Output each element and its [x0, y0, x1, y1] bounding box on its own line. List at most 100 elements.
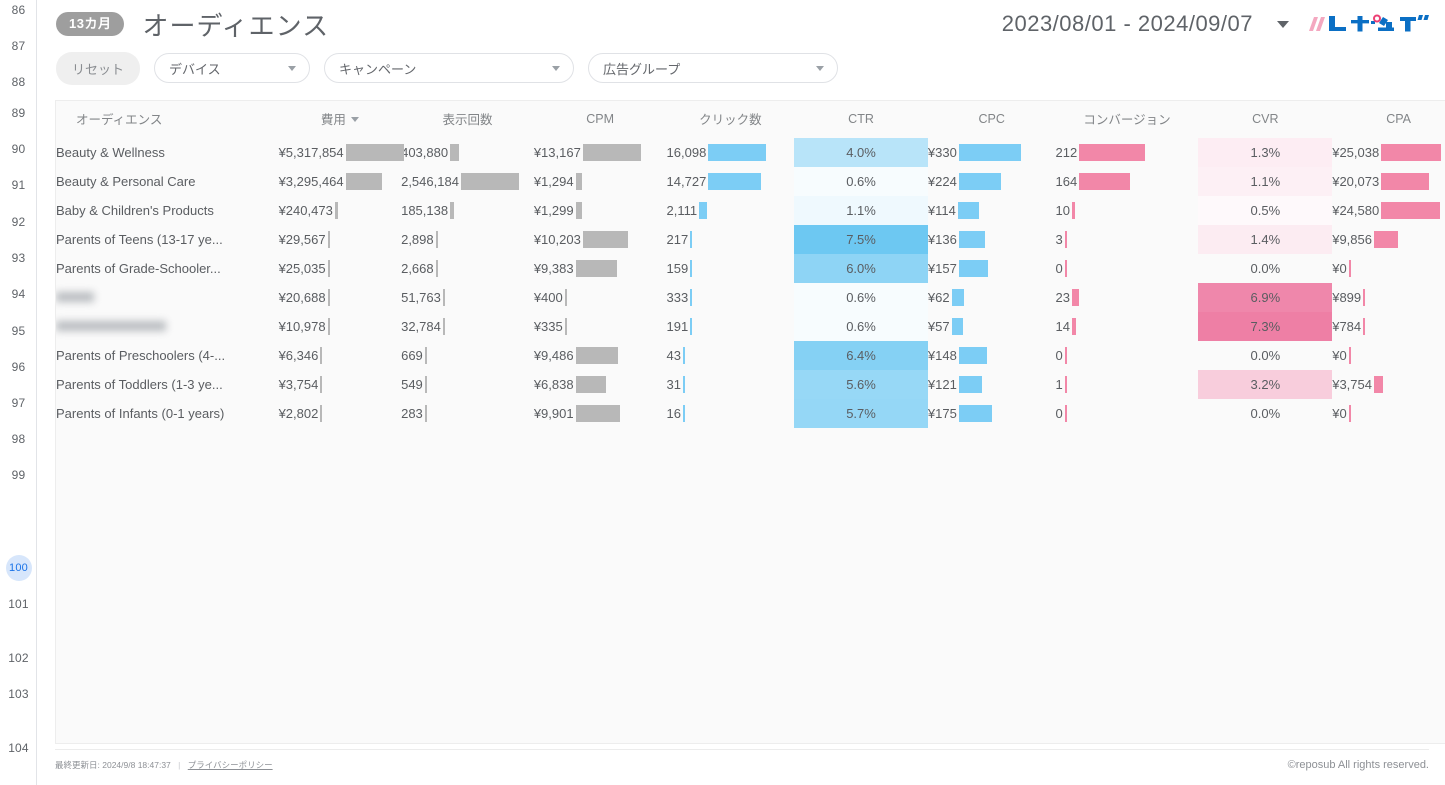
date-range-label[interactable]: 2023/08/01 - 2024/09/07	[1002, 11, 1253, 37]
col-header-cost[interactable]: 費用	[279, 101, 402, 138]
table-row[interactable]: Parents of Teens (13-17 ye...¥29,5672,89…	[56, 225, 1445, 254]
cell-cpa: ¥20,073	[1332, 167, 1445, 196]
page-number-87[interactable]: 87	[0, 39, 37, 53]
inline-bar	[1374, 225, 1445, 254]
page-number-100[interactable]: 100	[0, 555, 37, 581]
cell-ctr: 0.6%	[794, 283, 928, 312]
header-bar: 13カ月 オーディエンス 2023/08/01 - 2024/09/07	[37, 0, 1445, 48]
col-header-ctr[interactable]: CTR	[794, 101, 928, 138]
cell-clicks: 16,098	[667, 138, 795, 167]
cell-value: 1	[1056, 377, 1065, 392]
inline-bar	[959, 399, 1056, 428]
heat-fill: 0.5%	[1198, 196, 1332, 225]
cell-conversions: 0	[1056, 399, 1199, 428]
table-row[interactable]: Beauty & Personal Care¥3,295,4642,546,18…	[56, 167, 1445, 196]
page-number-101[interactable]: 101	[0, 597, 37, 611]
inline-bar	[328, 283, 402, 312]
page-number-95[interactable]: 95	[0, 324, 37, 338]
inline-bar	[690, 283, 794, 312]
table-row[interactable]: Parents of Preschoolers (4-...¥6,346669¥…	[56, 341, 1445, 370]
footer-divider: |	[178, 760, 180, 770]
page-number-rail[interactable]: 86 87 88 89 90 91 92 93 94 95 96 97 98 99 100 101 102 103…	[0, 0, 37, 785]
col-header-cpm[interactable]: CPM	[534, 101, 667, 138]
cell-value: ¥136	[928, 232, 959, 247]
cell-value: 43	[667, 348, 683, 363]
cell-value: ¥20,073	[1332, 174, 1381, 189]
table-row[interactable]: ¥10,97832,784¥3351910.6%¥57147.3%¥784	[56, 312, 1445, 341]
col-header-cpa[interactable]: CPA	[1332, 101, 1445, 138]
col-header-clicks[interactable]: クリック数	[667, 101, 795, 138]
cell-value: ¥9,901	[534, 406, 576, 421]
cell-value: ¥13,167	[534, 145, 583, 160]
inline-bar	[699, 196, 794, 225]
cell-cpa: ¥0	[1332, 399, 1445, 428]
cell-ctr: 6.4%	[794, 341, 928, 370]
page-number-99[interactable]: 99	[0, 468, 37, 482]
page-number-103[interactable]: 103	[0, 687, 37, 701]
campaign-select[interactable]: キャンペーン	[324, 53, 574, 83]
dashboard-page: 8687888990919293949596979899100101102103…	[0, 0, 1445, 785]
heat-fill: 7.5%	[794, 225, 928, 254]
table-row[interactable]: ¥20,68851,763¥4003330.6%¥62236.9%¥899	[56, 283, 1445, 312]
cell-value: ¥0	[1332, 348, 1348, 363]
reset-button[interactable]: リセット	[56, 52, 140, 85]
redacted-name	[56, 292, 94, 302]
cell-impressions: 403,880	[401, 138, 534, 167]
cell-ctr: 6.0%	[794, 254, 928, 283]
page-number-88[interactable]: 88	[0, 75, 37, 89]
table-row[interactable]: Parents of Toddlers (1-3 ye...¥3,754549¥…	[56, 370, 1445, 399]
cell-value: ¥899	[1332, 290, 1363, 305]
inline-bar	[1381, 167, 1445, 196]
inline-bar	[576, 370, 667, 399]
inline-bar	[1072, 283, 1198, 312]
device-select[interactable]: デバイス	[154, 53, 310, 83]
table-row[interactable]: Beauty & Wellness¥5,317,854403,880¥13,16…	[56, 138, 1445, 167]
inline-bar	[1381, 138, 1445, 167]
chevron-down-icon[interactable]	[1277, 21, 1289, 28]
cell-cpc: ¥148	[928, 341, 1056, 370]
cell-value: ¥157	[928, 261, 959, 276]
cell-value: ¥25,035	[279, 261, 328, 276]
cell-value: ¥6,838	[534, 377, 576, 392]
cell-value: 164	[1056, 174, 1080, 189]
page-number-104[interactable]: 104	[0, 741, 37, 755]
col-header-cvr[interactable]: CVR	[1198, 101, 1332, 138]
page-number-97[interactable]: 97	[0, 396, 37, 410]
page-number-86[interactable]: 86	[0, 3, 37, 17]
campaign-select-label: キャンペーン	[339, 59, 416, 78]
cell-impressions: 32,784	[401, 312, 534, 341]
adgroup-select[interactable]: 広告グループ	[588, 53, 838, 83]
cell-cpa: ¥784	[1332, 312, 1445, 341]
heat-fill: 7.3%	[1198, 312, 1332, 341]
page-number-92[interactable]: 92	[0, 215, 37, 229]
cell-ctr: 7.5%	[794, 225, 928, 254]
table-row[interactable]: Parents of Infants (0-1 years)¥2,802283¥…	[56, 399, 1445, 428]
inline-bar	[320, 341, 401, 370]
table-row[interactable]: Baby & Children's Products¥240,473185,13…	[56, 196, 1445, 225]
page-number-93[interactable]: 93	[0, 251, 37, 265]
page-number-94[interactable]: 94	[0, 287, 37, 301]
table-row[interactable]: Parents of Grade-Schooler...¥25,0352,668…	[56, 254, 1445, 283]
cell-cvr: 0.0%	[1198, 341, 1332, 370]
col-header-name[interactable]: オーディエンス	[56, 101, 279, 138]
col-header-impressions[interactable]: 表示回数	[401, 101, 534, 138]
cell-cpm: ¥1,299	[534, 196, 667, 225]
cell-cpc: ¥62	[928, 283, 1056, 312]
page-number-91[interactable]: 91	[0, 178, 37, 192]
sort-desc-icon[interactable]	[351, 117, 359, 122]
page-number-96[interactable]: 96	[0, 360, 37, 374]
cell-cpm: ¥10,203	[534, 225, 667, 254]
col-header-label: CPA	[1386, 112, 1411, 126]
cell-value: 333	[667, 290, 691, 305]
last-updated-label: 最終更新日:	[55, 760, 100, 770]
page-number-98[interactable]: 98	[0, 432, 37, 446]
page-number-90[interactable]: 90	[0, 142, 37, 156]
privacy-policy-link[interactable]: プライバシーポリシー	[188, 760, 273, 770]
page-number-89[interactable]: 89	[0, 106, 37, 120]
cell-cvr: 0.0%	[1198, 399, 1332, 428]
page-number-102[interactable]: 102	[0, 651, 37, 665]
col-header-cpc[interactable]: CPC	[928, 101, 1056, 138]
cell-clicks: 31	[667, 370, 795, 399]
col-header-conversions[interactable]: コンバージョン	[1056, 101, 1199, 138]
cell-value: ¥0	[1332, 406, 1348, 421]
